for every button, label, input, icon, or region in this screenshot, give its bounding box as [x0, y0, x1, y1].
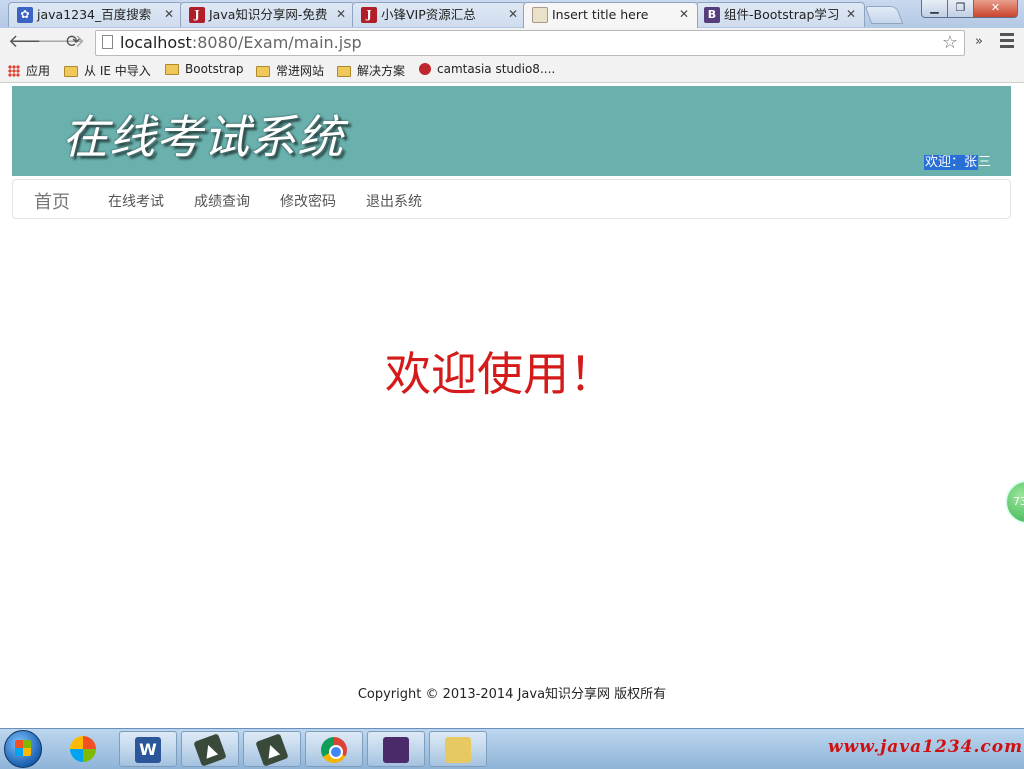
menu-icon[interactable]	[1000, 33, 1014, 51]
welcome-message: 欢迎使用！	[385, 347, 615, 401]
taskbar-app-tool-a[interactable]: ▲	[181, 731, 239, 767]
tab-java-share[interactable]: J Java知识分享网-免费 ✕	[180, 2, 355, 27]
taskbar-app-pinned[interactable]	[55, 731, 113, 767]
url-text[interactable]: localhost:8080/Exam/main.jsp	[120, 33, 362, 52]
window-close-button[interactable]: ✕	[973, 0, 1018, 18]
paw-icon: ✿	[17, 7, 33, 23]
nav-score-query[interactable]: 成绩查询	[194, 191, 250, 211]
tab-baidu-search[interactable]: ✿ java1234_百度搜索 ✕	[8, 2, 183, 27]
tab-title: 组件-Bootstrap学习	[724, 7, 840, 22]
windows-logo-icon	[15, 740, 31, 756]
page-image-icon	[532, 7, 548, 23]
taskbar-app-word[interactable]: W	[119, 731, 177, 767]
new-tab-button[interactable]	[864, 6, 904, 24]
welcome-label: 欢迎：张	[923, 155, 978, 170]
nav-logout[interactable]: 退出系统	[366, 191, 422, 211]
camtasia-icon	[419, 63, 431, 75]
bookmark-common-sites[interactable]: 常进网站	[256, 62, 324, 79]
browser-toolbar: 🡐 🡒 ⟳ localhost:8080/Exam/main.jsp ☆	[0, 28, 1024, 58]
bookmark-apps[interactable]: 应用	[8, 62, 50, 79]
tab-title: Java知识分享网-免费	[209, 7, 328, 22]
tab-insert-title[interactable]: Insert title here ✕	[523, 2, 698, 28]
page-icon	[102, 35, 113, 49]
bookmark-camtasia[interactable]: camtasia studio8....	[419, 62, 555, 76]
close-icon[interactable]: ✕	[679, 3, 689, 26]
watermark-text: www.java1234.com	[828, 737, 1024, 757]
site-navbar: 首页 在线考试 成绩查询 修改密码 退出系统	[12, 179, 1011, 219]
folder-icon	[445, 737, 471, 763]
site-title: 在线考试系统	[62, 110, 344, 164]
minimize-button[interactable]: ▁	[921, 0, 948, 18]
close-icon[interactable]: ✕	[164, 3, 174, 26]
bookmark-bootstrap[interactable]: Bootstrap	[165, 62, 243, 76]
app-tool-icon: ▲	[193, 733, 227, 767]
folder-icon	[64, 66, 78, 77]
chrome-icon	[321, 737, 347, 763]
folder-icon	[256, 66, 270, 77]
bookmark-label: camtasia studio8....	[437, 62, 556, 76]
bookmark-label: 常进网站	[276, 64, 325, 78]
close-icon[interactable]: ✕	[508, 3, 518, 26]
app-colorful-icon	[70, 736, 96, 762]
taskbar-app-javaee-ide[interactable]	[367, 731, 425, 767]
tab-title: java1234_百度搜索	[37, 7, 152, 22]
close-icon[interactable]: ✕	[336, 3, 346, 26]
bookmark-import-ie[interactable]: 从 IE 中导入	[64, 62, 151, 79]
taskbar-app-explorer[interactable]	[429, 731, 487, 767]
bookmark-star-icon[interactable]: ☆	[942, 32, 958, 53]
tab-title: Insert title here	[552, 7, 649, 22]
reload-icon[interactable]: ⟳	[66, 32, 80, 52]
page-footer: Copyright © 2013-2014 Java知识分享网 版权所有	[357, 687, 667, 702]
nav-home[interactable]: 首页	[34, 188, 70, 214]
bookmark-label: 从 IE 中导入	[84, 64, 151, 78]
start-button[interactable]	[4, 730, 42, 768]
close-icon[interactable]: ✕	[846, 3, 856, 26]
folder-icon	[165, 64, 179, 75]
url-host: localhost	[120, 33, 192, 52]
bookmark-solutions[interactable]: 解决方案	[337, 62, 405, 79]
bookmarks-bar: 应用 从 IE 中导入 Bootstrap 常进网站 解决方案 camtasia…	[0, 58, 1024, 83]
nav-online-exam[interactable]: 在线考试	[108, 191, 164, 211]
extensions-chevron-icon[interactable]: »	[975, 34, 983, 49]
user-name-rest: 三	[977, 155, 991, 170]
nav-change-password[interactable]: 修改密码	[280, 191, 336, 211]
windows-taskbar: W ▲ ▲ www.java1234.com	[0, 728, 1024, 769]
site-header-banner: 在线考试系统 欢迎：张三	[12, 86, 1011, 176]
tab-bootstrap[interactable]: B 组件-Bootstrap学习 ✕	[695, 2, 865, 27]
tab-vip-resources[interactable]: J 小锋VIP资源汇总 ✕	[352, 2, 527, 27]
address-bar[interactable]: localhost:8080/Exam/main.jsp ☆	[95, 30, 965, 56]
browser-tab-strip: ✿ java1234_百度搜索 ✕ J Java知识分享网-免费 ✕ J 小锋V…	[0, 0, 1024, 29]
user-name-selected: 张	[963, 155, 977, 170]
tab-title: 小锋VIP资源汇总	[381, 7, 476, 22]
j-icon: J	[189, 7, 205, 23]
bootstrap-icon: B	[704, 7, 720, 23]
bookmark-label: 应用	[26, 64, 51, 78]
welcome-label-text: 欢迎：	[924, 155, 964, 170]
bookmark-label: 解决方案	[357, 64, 406, 78]
taskbar-app-chrome[interactable]	[305, 731, 363, 767]
url-path: :8080/Exam/main.jsp	[191, 33, 362, 52]
folder-icon	[337, 66, 351, 77]
welcome-user: 欢迎：张三	[923, 151, 991, 170]
word-icon: W	[135, 737, 161, 763]
j-icon: J	[361, 7, 377, 23]
bookmark-label: Bootstrap	[185, 62, 244, 76]
app-tool-icon: ▲	[255, 733, 289, 767]
taskbar-app-tool-b[interactable]: ▲	[243, 731, 301, 767]
maximize-button[interactable]: ❐	[947, 0, 974, 18]
apps-grid-icon	[8, 65, 20, 77]
floating-badge[interactable]: 73	[1005, 480, 1024, 524]
eclipse-ide-icon	[383, 737, 409, 763]
